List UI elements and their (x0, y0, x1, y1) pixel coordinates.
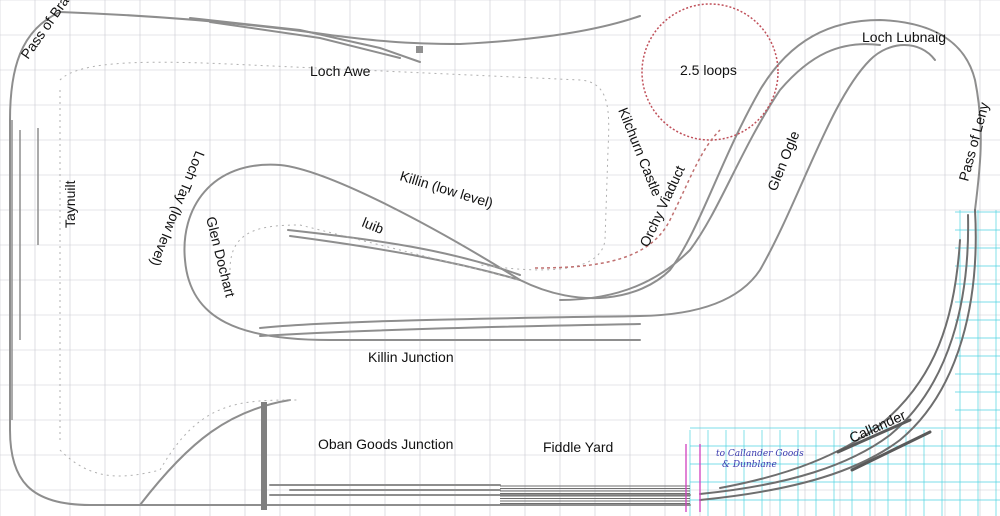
label-glen-dochart: Glen Dochart (203, 215, 239, 299)
label-2-5-loops: 2.5 loops (680, 62, 737, 78)
killin-junction-line-2 (259, 323, 641, 337)
label-dunblane: & Dunblane (722, 460, 777, 470)
label-killin-junction: Killin Junction (368, 349, 454, 365)
track-plan-diagram: Pass of Brander Loch Awe 2.5 loops Loch … (0, 0, 1000, 516)
label-pass-of-leny: Pass of Leny (955, 100, 991, 182)
glen-dochart-loop (183, 163, 641, 341)
label-kilchurn-castle: Kilchurn Castle (615, 105, 665, 198)
label-fiddle-yard: Fiddle Yard (543, 439, 613, 455)
killin-junction-line (259, 44, 936, 329)
label-killin-low-level: Killin (low level) (398, 168, 495, 212)
label-luib: luib (360, 214, 386, 237)
layout-plan-canvas: Pass of Brander Loch Awe 2.5 loops Loch … (0, 0, 1000, 516)
label-loch-lubnaig: Loch Lubnaig (862, 29, 946, 45)
label-to-callander-goods: to Callander Goods (716, 449, 804, 459)
oban-goods-curve (139, 399, 291, 506)
label-oban-goods-junction: Oban Goods Junction (318, 436, 453, 452)
label-loch-awe: Loch Awe (310, 63, 371, 79)
label-loch-tay: Loch Tay (low level) (147, 149, 208, 269)
loch-awe-marker (416, 46, 423, 53)
low-level-outline (59, 61, 610, 271)
label-pass-of-brander: Pass of Brander (17, 0, 88, 62)
label-taynuilt: Taynuilt (62, 180, 78, 228)
oban-goods-buffer (261, 402, 267, 510)
orchy-viaduct-line (519, 18, 982, 300)
